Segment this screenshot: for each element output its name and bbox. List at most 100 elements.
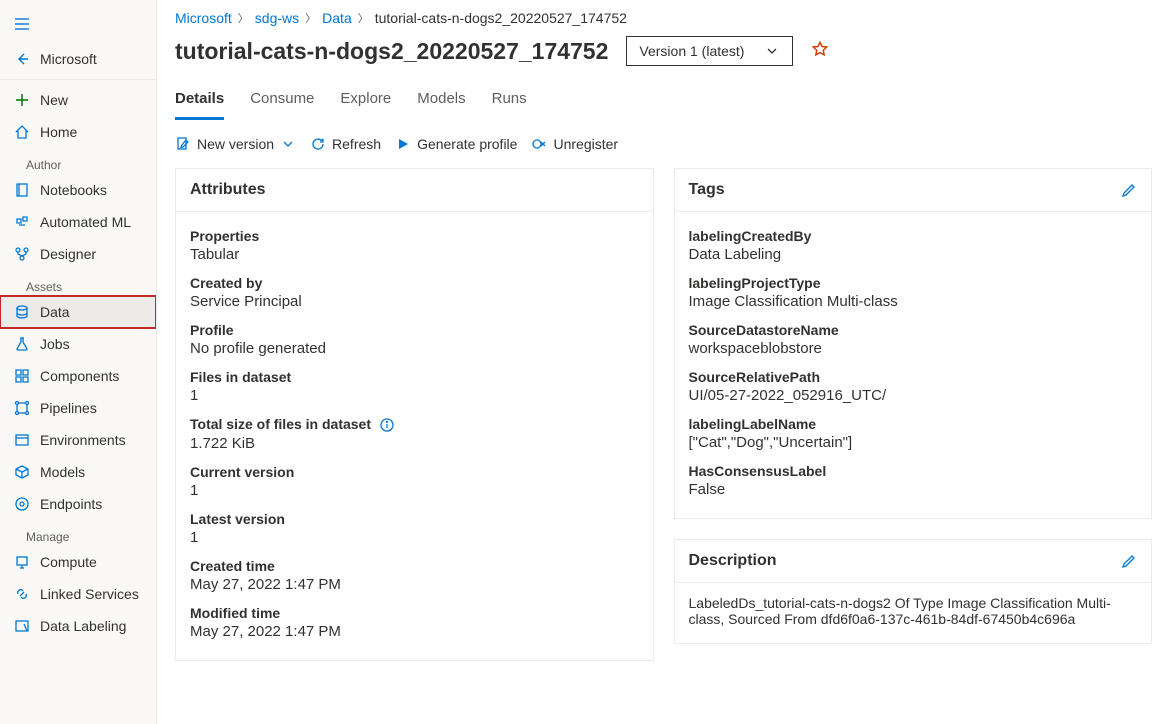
page-title: tutorial-cats-n-dogs2_20220527_174752: [175, 38, 608, 65]
tab-runs[interactable]: Runs: [492, 84, 527, 120]
action-label: New version: [197, 136, 274, 152]
crumb-microsoft[interactable]: Microsoft: [175, 10, 232, 26]
nav-compute[interactable]: Compute: [0, 546, 156, 578]
nav-label: Linked Services: [40, 586, 139, 602]
tab-models[interactable]: Models: [417, 84, 465, 120]
nav-endpoints[interactable]: Endpoints: [0, 488, 156, 520]
play-icon: [395, 136, 411, 152]
generate-profile-button[interactable]: Generate profile: [395, 136, 517, 152]
unregister-button[interactable]: Unregister: [531, 136, 618, 152]
new-version-button[interactable]: New version: [175, 136, 296, 152]
info-icon[interactable]: [379, 417, 395, 433]
prop-value: No profile generated: [190, 340, 639, 357]
tab-consume[interactable]: Consume: [250, 84, 314, 120]
unregister-icon: [531, 136, 547, 152]
version-dropdown[interactable]: Version 1 (latest): [626, 36, 793, 66]
version-label: Version 1 (latest): [639, 43, 744, 59]
favorite-button[interactable]: [811, 40, 829, 63]
action-label: Refresh: [332, 136, 381, 152]
prop-value: Tabular: [190, 246, 639, 263]
prop-label: Latest version: [190, 511, 639, 527]
tag-value: Image Classification Multi-class: [689, 293, 1138, 310]
home-icon: [14, 124, 30, 140]
notebook-icon: [14, 182, 30, 198]
nav-components[interactable]: Components: [0, 360, 156, 392]
nav-label: Home: [40, 124, 77, 140]
nav-jobs[interactable]: Jobs: [0, 328, 156, 360]
cube-icon: [14, 464, 30, 480]
nav-models[interactable]: Models: [0, 456, 156, 488]
crumb-sep: 〉: [305, 10, 316, 26]
prop-value: May 27, 2022 1:47 PM: [190, 576, 639, 593]
tag-value: ["Cat","Dog","Uncertain"]: [689, 434, 1138, 451]
tag-key: SourceDatastoreName: [689, 322, 1138, 338]
crumb-sep: 〉: [358, 10, 369, 26]
prop-label: Created time: [190, 558, 639, 574]
nav-new[interactable]: New: [0, 84, 156, 116]
prop-label: Current version: [190, 464, 639, 480]
tag-value: Data Labeling: [689, 246, 1138, 263]
back-label: Microsoft: [40, 51, 97, 67]
edit-tags-button[interactable]: [1121, 182, 1137, 198]
nav-environments[interactable]: Environments: [0, 424, 156, 456]
attributes-card: Attributes PropertiesTabular Created byS…: [175, 168, 654, 661]
nav-pipelines[interactable]: Pipelines: [0, 392, 156, 424]
chevron-down-icon: [280, 136, 296, 152]
card-title: Description: [689, 552, 777, 570]
nav-data-labeling[interactable]: Data Labeling: [0, 610, 156, 642]
nav-label: Environments: [40, 432, 126, 448]
nav-label: Models: [40, 464, 85, 480]
crumb-workspace[interactable]: sdg-ws: [255, 10, 299, 26]
edit-description-button[interactable]: [1121, 553, 1137, 569]
nav-label: Pipelines: [40, 400, 97, 416]
crumb-data[interactable]: Data: [322, 10, 352, 26]
compute-icon: [14, 554, 30, 570]
hamburger-button[interactable]: [0, 8, 156, 43]
nav-linked-services[interactable]: Linked Services: [0, 578, 156, 610]
nav-label: Components: [40, 368, 119, 384]
designer-icon: [14, 246, 30, 262]
back-microsoft[interactable]: Microsoft: [0, 43, 156, 75]
tab-details[interactable]: Details: [175, 84, 224, 120]
section-assets: Assets: [0, 270, 156, 296]
nav-designer[interactable]: Designer: [0, 238, 156, 270]
tag-key: labelingLabelName: [689, 416, 1138, 432]
tags-card: Tags labelingCreatedByData Labeling labe…: [674, 168, 1153, 519]
sidebar: Microsoft New Home Author Notebooks: [0, 0, 157, 724]
prop-value: 1: [190, 482, 639, 499]
flask-icon: [14, 336, 30, 352]
prop-value: May 27, 2022 1:47 PM: [190, 623, 639, 640]
section-author: Author: [0, 148, 156, 174]
tab-explore[interactable]: Explore: [340, 84, 391, 120]
refresh-button[interactable]: Refresh: [310, 136, 381, 152]
action-bar: New version Refresh Generate profile: [157, 120, 1170, 168]
nav-data[interactable]: Data: [0, 296, 156, 328]
prop-label: Properties: [190, 228, 639, 244]
nav-notebooks[interactable]: Notebooks: [0, 174, 156, 206]
chevron-down-icon: [764, 43, 780, 59]
nav-label: Data: [40, 304, 70, 320]
nav-label: Jobs: [40, 336, 70, 352]
nav-automated-ml[interactable]: Automated ML: [0, 206, 156, 238]
nav-label: Designer: [40, 246, 96, 262]
breadcrumb: Microsoft 〉 sdg-ws 〉 Data 〉 tutorial-cat…: [157, 0, 1170, 36]
nav-label: Endpoints: [40, 496, 102, 512]
nav-label: Compute: [40, 554, 97, 570]
prop-value: 1: [190, 387, 639, 404]
labeling-icon: [14, 618, 30, 634]
plus-icon: [14, 92, 30, 108]
tag-value: workspaceblobstore: [689, 340, 1138, 357]
new-version-icon: [175, 136, 191, 152]
prop-label: Profile: [190, 322, 639, 338]
pipeline-icon: [14, 400, 30, 416]
section-manage: Manage: [0, 520, 156, 546]
menu-icon: [14, 16, 30, 32]
link-icon: [14, 586, 30, 602]
nav-home[interactable]: Home: [0, 116, 156, 148]
crumb-sep: 〉: [238, 10, 249, 26]
tag-value: UI/05-27-2022_052916_UTC/: [689, 387, 1138, 404]
prop-label: Total size of files in dataset: [190, 416, 639, 433]
refresh-icon: [310, 136, 326, 152]
card-title: Attributes: [190, 181, 266, 199]
back-arrow-icon: [14, 51, 30, 67]
